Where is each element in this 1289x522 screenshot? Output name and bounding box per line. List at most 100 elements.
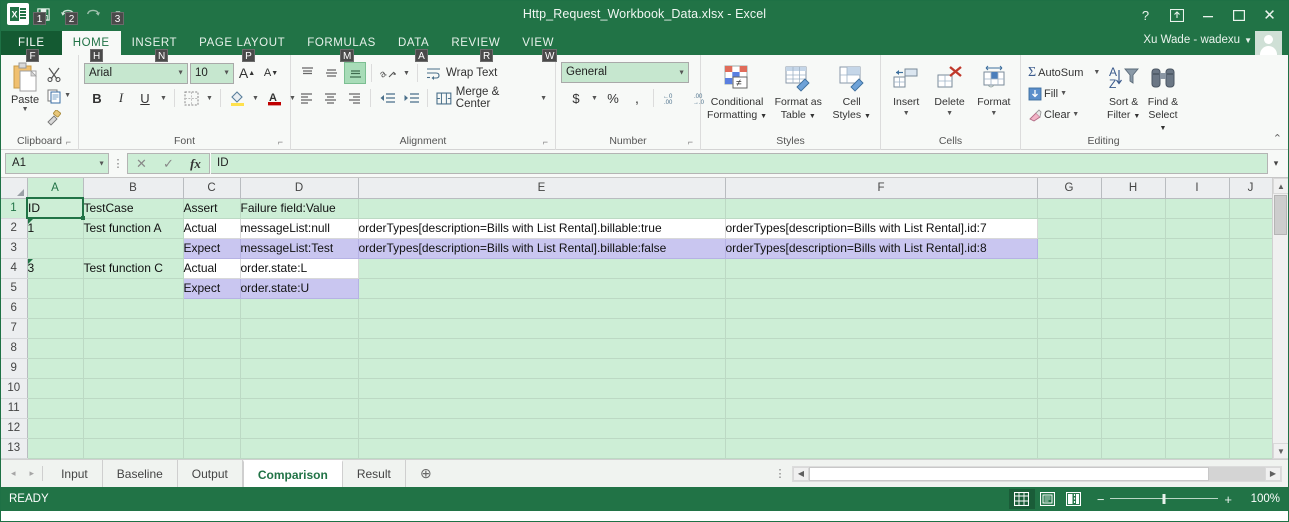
- tab-data[interactable]: DATA: [387, 31, 440, 55]
- autosum-caret-icon[interactable]: ▼: [1093, 69, 1100, 76]
- cell-b7[interactable]: [83, 318, 184, 339]
- cell-e1[interactable]: [358, 198, 726, 219]
- cell-g2[interactable]: [1037, 218, 1102, 239]
- cell-d11[interactable]: [240, 398, 359, 419]
- cell-i7[interactable]: [1165, 318, 1230, 339]
- cell-j3[interactable]: [1229, 238, 1273, 259]
- cell-c5[interactable]: Expect: [183, 278, 241, 299]
- cell-d8[interactable]: [240, 338, 359, 359]
- conditional-formatting-button[interactable]: ≠ Conditional Formatting ▼: [706, 60, 768, 123]
- cell-b8[interactable]: [83, 338, 184, 359]
- cell-g5[interactable]: [1037, 278, 1102, 299]
- cell-f8[interactable]: [725, 338, 1038, 359]
- cell-h12[interactable]: [1101, 418, 1166, 439]
- cell-f4[interactable]: [725, 258, 1038, 279]
- align-center-icon[interactable]: [320, 87, 342, 109]
- orientation-icon[interactable]: a: [377, 62, 399, 84]
- font-dialog-launcher[interactable]: ⌐: [278, 136, 283, 149]
- copy-button[interactable]: ▼: [44, 85, 73, 106]
- view-normal-icon[interactable]: [1008, 489, 1035, 509]
- cell-h8[interactable]: [1101, 338, 1166, 359]
- column-header-e[interactable]: E: [358, 178, 726, 199]
- cut-button[interactable]: [44, 63, 73, 84]
- align-middle-icon[interactable]: [320, 62, 342, 84]
- cell-b9[interactable]: [83, 358, 184, 379]
- cell-a2[interactable]: 1: [27, 218, 84, 239]
- cell-g12[interactable]: [1037, 418, 1102, 439]
- cell-j11[interactable]: [1229, 398, 1273, 419]
- horizontal-scrollbar[interactable]: ◀ ▶: [792, 465, 1282, 482]
- cell-b2[interactable]: Test function A: [83, 218, 184, 239]
- cell-g4[interactable]: [1037, 258, 1102, 279]
- column-header-h[interactable]: H: [1101, 178, 1166, 199]
- account-name[interactable]: Xu Wade - wadexu ▼: [1143, 34, 1252, 46]
- cell-i4[interactable]: [1165, 258, 1230, 279]
- cell-d12[interactable]: [240, 418, 359, 439]
- cell-c11[interactable]: [183, 398, 241, 419]
- cell-a10[interactable]: [27, 378, 84, 399]
- increase-decimal-icon[interactable]: ←0.00: [659, 87, 686, 109]
- cell-e4[interactable]: [358, 258, 726, 279]
- sheet-tab-result[interactable]: Result: [342, 460, 406, 487]
- column-header-b[interactable]: B: [83, 178, 184, 199]
- minimize-icon[interactable]: [1193, 4, 1222, 26]
- cell-g7[interactable]: [1037, 318, 1102, 339]
- collapse-ribbon-icon[interactable]: ⌃: [1273, 132, 1282, 145]
- cell-i5[interactable]: [1165, 278, 1230, 299]
- cell-f11[interactable]: [725, 398, 1038, 419]
- align-left-icon[interactable]: [296, 87, 318, 109]
- autosum-button[interactable]: Σ AutoSum ▼: [1026, 62, 1102, 83]
- cell-j13[interactable]: [1229, 438, 1273, 459]
- cell-g3[interactable]: [1037, 238, 1102, 259]
- cell-b10[interactable]: [83, 378, 184, 399]
- cell-d3[interactable]: messageList:Test: [240, 238, 359, 259]
- cell-c9[interactable]: [183, 358, 241, 379]
- zoom-slider-thumb[interactable]: [1162, 494, 1166, 504]
- bold-button[interactable]: B: [86, 87, 108, 109]
- cell-h13[interactable]: [1101, 438, 1166, 459]
- sheet-next-icon[interactable]: ▸: [30, 468, 35, 479]
- cell-d6[interactable]: [240, 298, 359, 319]
- cell-f5[interactable]: [725, 278, 1038, 299]
- cell-b3[interactable]: [83, 238, 184, 259]
- cell-c7[interactable]: [183, 318, 241, 339]
- cell-j10[interactable]: [1229, 378, 1273, 399]
- cell-a13[interactable]: [27, 438, 84, 459]
- cell-f13[interactable]: [725, 438, 1038, 459]
- cell-g10[interactable]: [1037, 378, 1102, 399]
- view-page-layout-icon[interactable]: [1035, 489, 1061, 509]
- borders-caret-icon[interactable]: ▼: [204, 87, 215, 109]
- cell-e11[interactable]: [358, 398, 726, 419]
- alignment-dialog-launcher[interactable]: ⌐: [543, 136, 548, 149]
- underline-button[interactable]: U: [134, 87, 156, 109]
- cell-h3[interactable]: [1101, 238, 1166, 259]
- cell-j7[interactable]: [1229, 318, 1273, 339]
- cell-a8[interactable]: [27, 338, 84, 359]
- cell-d9[interactable]: [240, 358, 359, 379]
- cell-i13[interactable]: [1165, 438, 1230, 459]
- cell-e10[interactable]: [358, 378, 726, 399]
- cell-i10[interactable]: [1165, 378, 1230, 399]
- name-box[interactable]: A1 ▼: [5, 153, 109, 174]
- cell-a5[interactable]: [27, 278, 84, 299]
- cell-h9[interactable]: [1101, 358, 1166, 379]
- column-header-g[interactable]: G: [1037, 178, 1102, 199]
- maximize-icon[interactable]: [1224, 4, 1253, 26]
- column-header-f[interactable]: F: [725, 178, 1038, 199]
- cell-c2[interactable]: Actual: [183, 218, 241, 239]
- fill-color-caret-icon[interactable]: ▼: [250, 87, 261, 109]
- number-format-caret-icon[interactable]: ▼: [678, 63, 685, 82]
- wrap-text-button[interactable]: Wrap Text: [423, 62, 500, 84]
- row-header-10[interactable]: 10: [1, 378, 28, 399]
- cell-b5[interactable]: [83, 278, 184, 299]
- cell-b11[interactable]: [83, 398, 184, 419]
- cell-c10[interactable]: [183, 378, 241, 399]
- cell-g11[interactable]: [1037, 398, 1102, 419]
- cell-d2[interactable]: messageList:null: [240, 218, 359, 239]
- cell-c13[interactable]: [183, 438, 241, 459]
- accounting-format-icon[interactable]: $: [565, 87, 587, 109]
- cell-i8[interactable]: [1165, 338, 1230, 359]
- cell-d4[interactable]: order.state:L: [240, 258, 359, 279]
- scroll-down-icon[interactable]: ▼: [1273, 443, 1288, 459]
- font-color-icon[interactable]: A: [263, 87, 285, 109]
